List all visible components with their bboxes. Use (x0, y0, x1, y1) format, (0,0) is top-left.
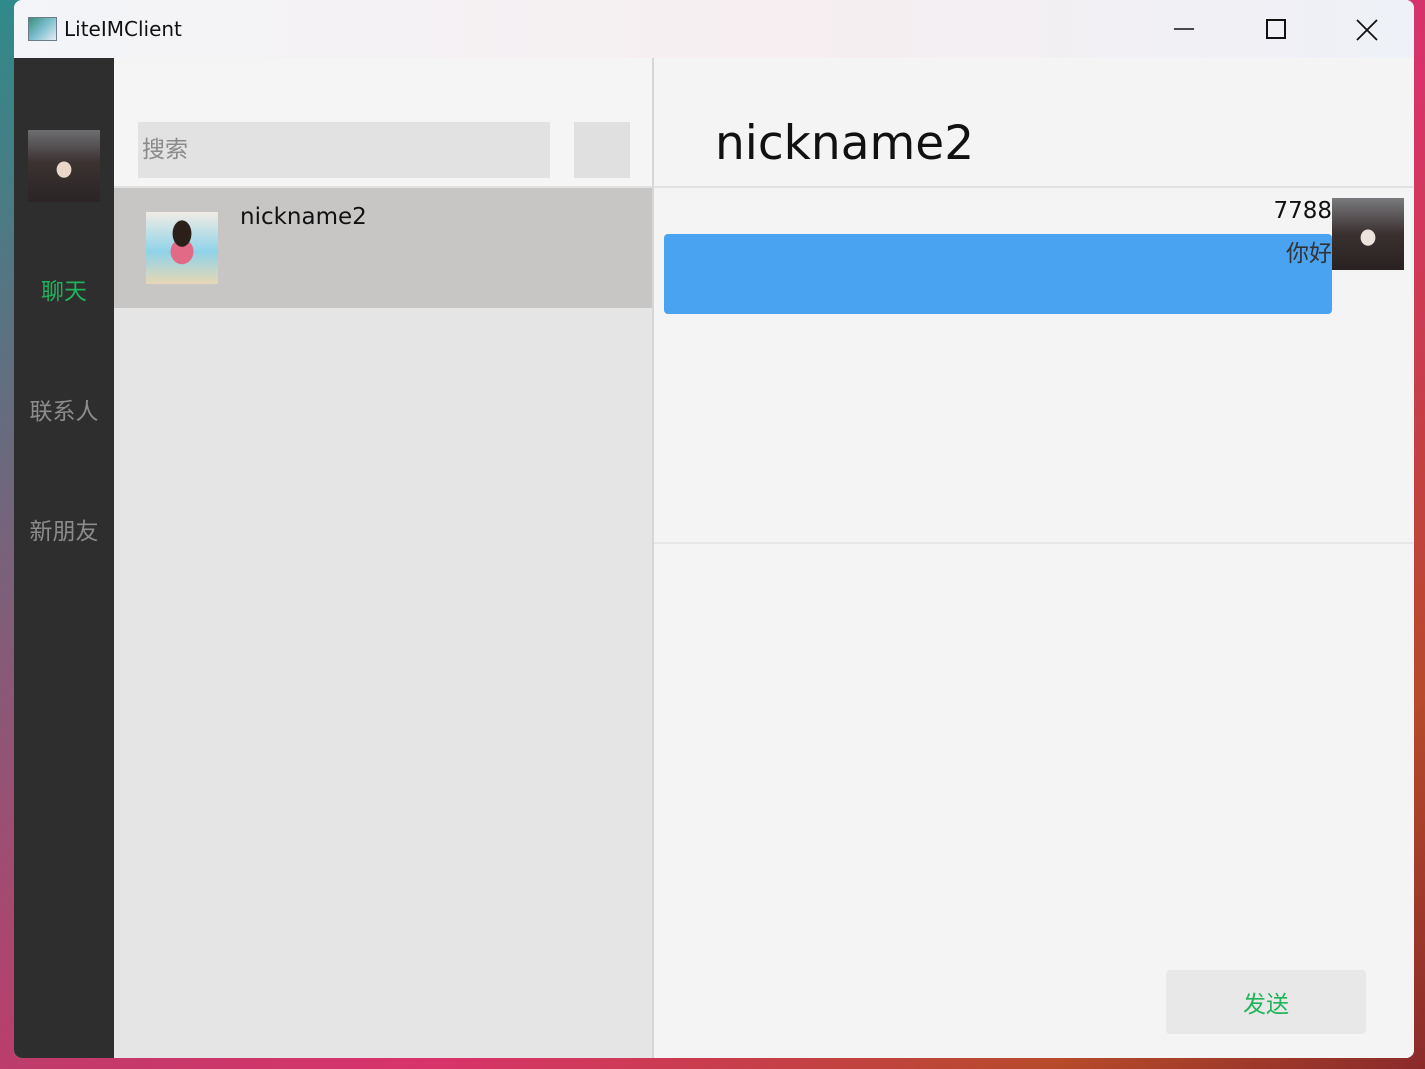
close-icon (1356, 19, 1378, 41)
send-button[interactable]: 发送 (1166, 970, 1366, 1034)
title-bar[interactable]: LiteIMClient (14, 0, 1414, 58)
message-text: 你好 (1286, 241, 1332, 267)
message-input-area[interactable]: 发送 (654, 544, 1414, 1058)
window-title: LiteIMClient (64, 17, 182, 41)
app-window: LiteIMClient 聊天 联系人 新朋友 nickname2 nickna… (14, 0, 1414, 1058)
chat-title: nickname2 (715, 116, 975, 171)
search-bar (114, 58, 652, 188)
conversation-item[interactable]: nickname2 (114, 188, 652, 308)
message-sender: 7788 (1273, 198, 1332, 224)
sidebar-item-new-friends[interactable]: 新朋友 (14, 512, 114, 546)
chat-header: nickname2 (654, 58, 1414, 188)
contact-avatar (146, 212, 218, 284)
sidebar-item-contacts[interactable]: 联系人 (14, 392, 114, 426)
user-avatar[interactable] (28, 130, 100, 202)
sidebar-nav: 聊天 联系人 新朋友 (14, 58, 114, 1058)
maximize-icon (1266, 19, 1286, 39)
message-bubble (664, 234, 1332, 314)
search-input[interactable] (138, 122, 550, 178)
app-icon (28, 17, 57, 41)
add-button[interactable] (574, 122, 630, 178)
contact-name: nickname2 (240, 204, 367, 230)
minimize-icon (1174, 28, 1194, 30)
minimize-button[interactable] (1138, 0, 1230, 58)
maximize-button[interactable] (1230, 0, 1322, 58)
close-button[interactable] (1320, 0, 1412, 58)
chat-panel: nickname2 7788 你好 发送 (654, 58, 1414, 1058)
message-list[interactable]: 7788 你好 (654, 188, 1414, 544)
sidebar-item-chat[interactable]: 聊天 (14, 272, 114, 306)
conversation-list-panel: nickname2 (114, 58, 654, 1058)
sender-avatar (1332, 198, 1404, 270)
